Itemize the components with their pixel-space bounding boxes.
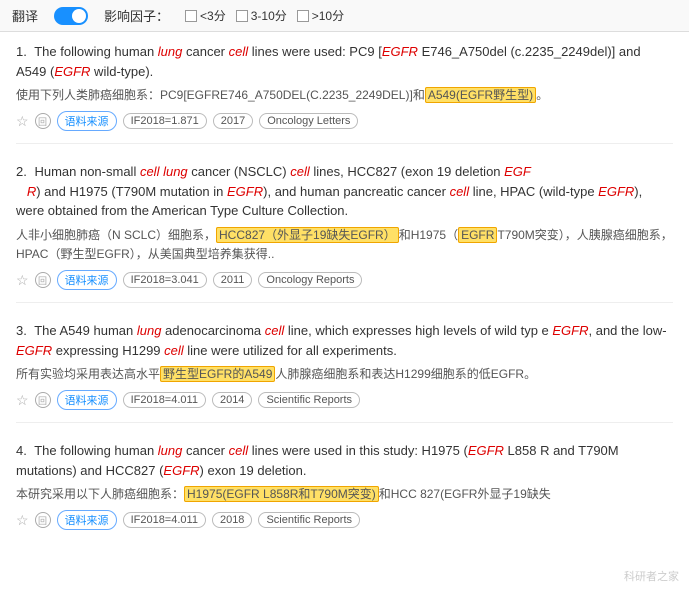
result-1-zh: 使用下列人类肺癌细胞系：PC9[EGFRE746_A750DEL(C.2235_…: [16, 86, 673, 105]
filter-3to10-label: 3-10分: [251, 7, 287, 24]
circle-icon-4[interactable]: 回: [35, 512, 51, 528]
filter-lt3-label: <3分: [200, 7, 226, 24]
result-2-highlight2: EGFR: [458, 227, 497, 243]
result-item-2: 2. Human non-small cell lung cancer (NSC…: [16, 162, 673, 303]
filter-lt3[interactable]: <3分: [185, 7, 226, 24]
filter-3to10[interactable]: 3-10分: [236, 7, 287, 24]
filter-label: 影响因子：: [104, 6, 169, 25]
year-tag-2: 2011: [213, 272, 253, 288]
filter-gt10[interactable]: >10分: [297, 7, 344, 24]
result-4-meta: ☆ 回 语料来源 IF2018=4.011 2018 Scientific Re…: [16, 510, 673, 530]
result-2-meta: ☆ 回 语料来源 IF2018=3.041 2011 Oncology Repo…: [16, 270, 673, 290]
result-3-meta: ☆ 回 语料来源 IF2018=4.011 2014 Scientific Re…: [16, 390, 673, 410]
result-3-zh: 所有实验均采用表达高水平野生型EGFR的A549人肺腺癌细胞系和表达H1299细…: [16, 365, 673, 384]
source-tag-1[interactable]: 语料来源: [57, 111, 117, 131]
if-tag-1: IF2018=1.871: [123, 113, 207, 129]
source-tag-3[interactable]: 语料来源: [57, 390, 117, 410]
star-icon-4[interactable]: ☆: [16, 512, 29, 529]
journal-tag-3: Scientific Reports: [258, 392, 360, 408]
result-4-highlight: H1975(EGFR L858R和T790M突变): [184, 486, 379, 502]
journal-tag-1: Oncology Letters: [259, 113, 358, 129]
result-3-num: 3.: [16, 323, 27, 338]
star-icon-3[interactable]: ☆: [16, 392, 29, 409]
result-item-3: 3. The A549 human lung adenocarcinoma ce…: [16, 321, 673, 423]
result-4-num: 4.: [16, 443, 27, 458]
star-icon-2[interactable]: ☆: [16, 272, 29, 289]
if-tag-3: IF2018=4.011: [123, 392, 206, 408]
result-3-en: 3. The A549 human lung adenocarcinoma ce…: [16, 321, 673, 360]
result-1-highlight: A549(EGFR野生型): [425, 87, 536, 103]
translate-toggle[interactable]: [54, 7, 88, 25]
circle-icon-2[interactable]: 回: [35, 272, 51, 288]
circle-icon-3[interactable]: 回: [35, 392, 51, 408]
result-1-meta: ☆ 回 语料来源 IF2018=1.871 2017 Oncology Lett…: [16, 111, 673, 131]
result-2-highlight1: HCC827（外显子19缺失EGFR）: [216, 227, 399, 243]
year-tag-1: 2017: [213, 113, 253, 129]
checkbox-lt3[interactable]: [185, 10, 197, 22]
year-tag-3: 2014: [212, 392, 252, 408]
result-item-1: 1. The following human lung cancer cell …: [16, 42, 673, 144]
result-2-num: 2.: [16, 164, 27, 179]
result-3-highlight: 野生型EGFR的A549: [160, 366, 275, 382]
result-item-4: 4. The following human lung cancer cell …: [16, 441, 673, 542]
filter-gt10-label: >10分: [312, 7, 344, 24]
star-icon-1[interactable]: ☆: [16, 113, 29, 130]
filter-group: <3分 3-10分 >10分: [185, 7, 344, 24]
result-2-zh: 人非小细胞肺癌（N SCLC）细胞系，HCC827（外显子19缺失EGFR）和H…: [16, 226, 673, 264]
journal-tag-4: Scientific Reports: [258, 512, 360, 528]
circle-icon-1[interactable]: 回: [35, 113, 51, 129]
result-4-en: 4. The following human lung cancer cell …: [16, 441, 673, 480]
main-content: 1. The following human lung cancer cell …: [0, 32, 689, 570]
if-tag-4: IF2018=4.011: [123, 512, 206, 528]
source-tag-4[interactable]: 语料来源: [57, 510, 117, 530]
result-4-zh: 本研究采用以下人肺癌细胞系：H1975(EGFR L858R和T790M突变)和…: [16, 485, 673, 504]
journal-tag-2: Oncology Reports: [258, 272, 362, 288]
source-tag-2[interactable]: 语料来源: [57, 270, 117, 290]
result-1-num: 1.: [16, 44, 27, 59]
top-bar: 翻译 影响因子： <3分 3-10分 >10分: [0, 0, 689, 32]
result-1-en: 1. The following human lung cancer cell …: [16, 42, 673, 81]
translate-label: 翻译: [12, 6, 38, 25]
checkbox-3to10[interactable]: [236, 10, 248, 22]
if-tag-2: IF2018=3.041: [123, 272, 207, 288]
checkbox-gt10[interactable]: [297, 10, 309, 22]
year-tag-4: 2018: [212, 512, 252, 528]
result-2-en: 2. Human non-small cell lung cancer (NSC…: [16, 162, 673, 221]
